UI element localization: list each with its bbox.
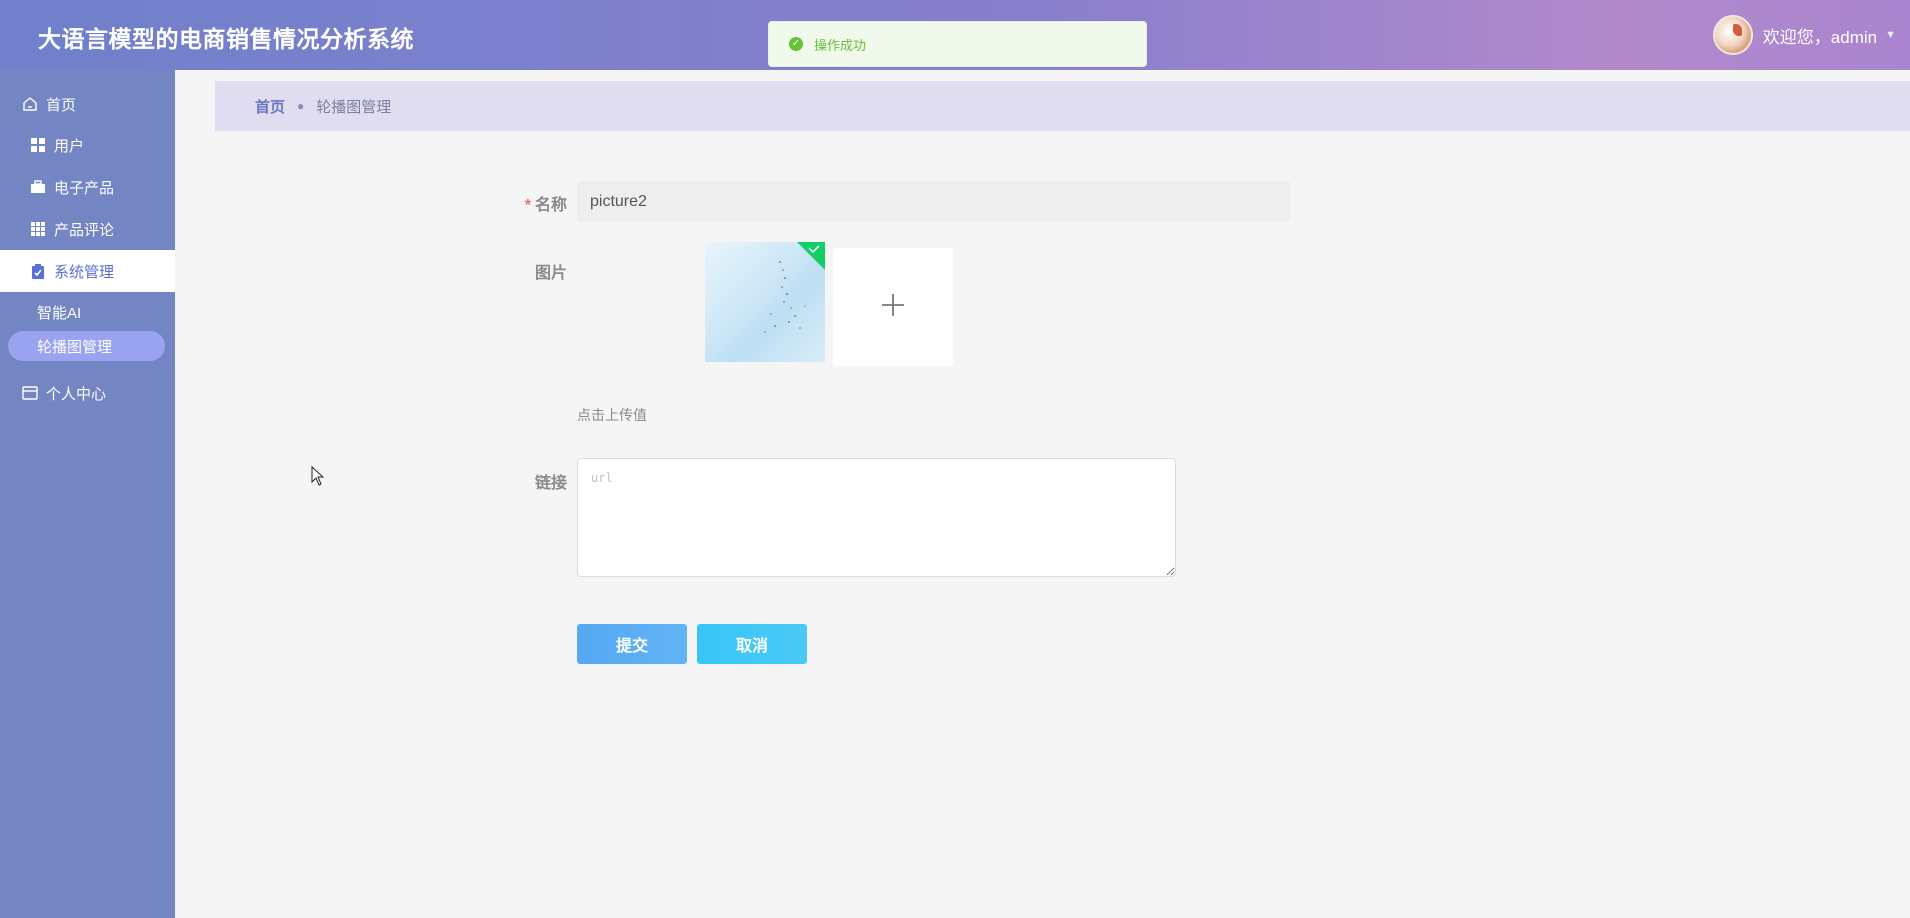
app-title: 大语言模型的电商销售情况分析系统 [38, 26, 414, 52]
home-icon [22, 96, 38, 112]
breadcrumb-current: 轮播图管理 [316, 98, 392, 116]
user-menu[interactable]: 欢迎您，admin ▼ [1712, 14, 1896, 56]
toast-message: 操作成功 [814, 37, 867, 53]
name-input[interactable] [577, 181, 1290, 222]
link-label: 链接 [534, 475, 567, 492]
sidebar-item-electronics[interactable]: 电子产品 [0, 166, 175, 208]
sidebar-item-label: 系统管理 [54, 263, 115, 281]
sidebar-item-label: 用户 [54, 137, 85, 155]
upload-button[interactable] [833, 248, 953, 366]
avatar[interactable] [1712, 15, 1753, 55]
mouse-pointer-icon [311, 465, 325, 491]
breadcrumb-separator: ● [297, 99, 305, 113]
name-label: * 名称 [524, 197, 567, 214]
welcome-text[interactable]: 欢迎您，admin [1763, 23, 1877, 48]
sidebar: 首页 用户 电子产品 产品评论 系统管理 智能AI 轮播图管理 个人中心 [0, 70, 175, 918]
grid-icon [30, 137, 46, 153]
cancel-button[interactable]: 取消 [697, 624, 807, 664]
link-textarea[interactable] [577, 458, 1176, 577]
clipboard-check-icon [30, 263, 46, 279]
uploaded-image-thumbnail[interactable] [705, 242, 825, 362]
sidebar-subitem-label: 轮播图管理 [37, 338, 113, 356]
sidebar-item-label: 产品评论 [54, 221, 115, 239]
sidebar-item-label: 首页 [46, 96, 77, 114]
breadcrumb-home[interactable]: 首页 [255, 96, 285, 117]
success-toast: ✓ 操作成功 [768, 21, 1147, 67]
card-icon [22, 385, 38, 401]
check-circle-icon: ✓ [789, 37, 803, 51]
sidebar-subitem-ai[interactable]: 智能AI [37, 300, 81, 324]
breadcrumb: 首页 ● 轮播图管理 [215, 81, 1910, 131]
sidebar-subitem-label: 智能AI [37, 304, 82, 322]
sidebar-item-label: 个人中心 [46, 385, 107, 403]
sidebar-item-system[interactable]: 系统管理 [0, 250, 175, 292]
sidebar-item-reviews[interactable]: 产品评论 [0, 208, 175, 250]
sidebar-subitem-carousel[interactable]: 轮播图管理 [8, 331, 165, 361]
sidebar-item-users[interactable]: 用户 [0, 124, 175, 166]
sidebar-item-personal[interactable]: 个人中心 [0, 372, 175, 414]
image-label: 图片 [534, 265, 567, 282]
chevron-down-icon[interactable]: ▼ [1885, 29, 1896, 41]
briefcase-icon [30, 179, 46, 195]
sidebar-item-label: 电子产品 [54, 179, 115, 197]
plus-icon [880, 292, 906, 323]
sidebar-item-home[interactable]: 首页 [0, 83, 175, 125]
upload-hint: 点击上传值 [577, 407, 647, 423]
submit-button[interactable]: 提交 [577, 624, 687, 664]
required-asterisk: * [524, 197, 531, 214]
table-icon [30, 221, 46, 237]
